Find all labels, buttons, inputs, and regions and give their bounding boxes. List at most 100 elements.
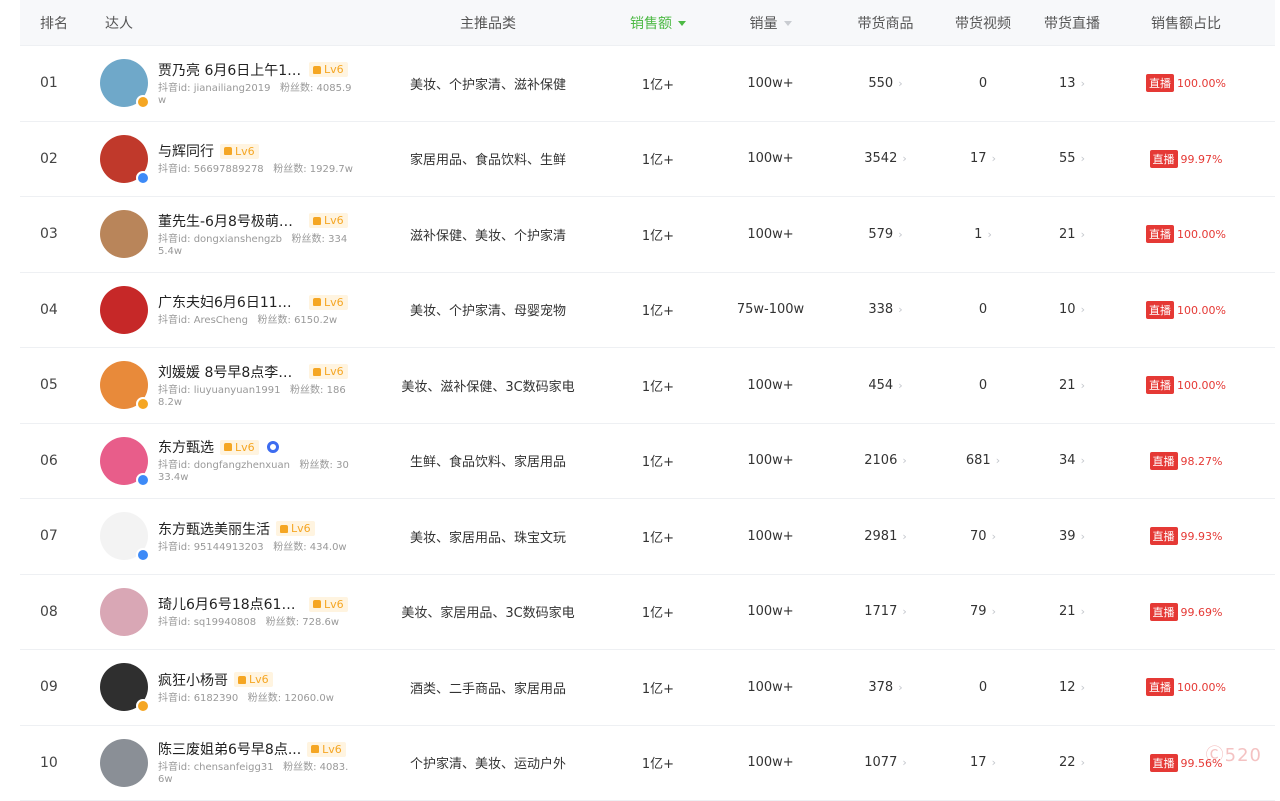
- sort-desc-icon[interactable]: [678, 21, 686, 26]
- chevron-right-icon[interactable]: ›: [1081, 454, 1085, 467]
- live-cell[interactable]: 21›: [1028, 378, 1116, 393]
- goods-cell[interactable]: 2106›: [833, 453, 938, 468]
- video-cell[interactable]: 1›: [938, 227, 1028, 242]
- live-cell[interactable]: 21›: [1028, 604, 1116, 619]
- avatar[interactable]: [100, 739, 148, 787]
- live-cell[interactable]: 22›: [1028, 755, 1116, 770]
- chevron-right-icon[interactable]: ›: [1081, 152, 1085, 165]
- chevron-right-icon[interactable]: ›: [1081, 303, 1085, 316]
- chevron-right-icon[interactable]: ›: [898, 77, 902, 90]
- talent-name[interactable]: 刘媛媛 8号早8点李宁6...: [158, 362, 303, 382]
- talent-name[interactable]: 陈三废姐弟6号早8点...: [158, 739, 301, 759]
- chevron-right-icon[interactable]: ›: [996, 454, 1000, 467]
- goods-cell[interactable]: 3542›: [833, 151, 938, 166]
- table-row[interactable]: 04 广东夫妇6月6日11点超... Lv6 抖音id: AresCheng 粉…: [20, 273, 1275, 349]
- chevron-right-icon[interactable]: ›: [992, 152, 996, 165]
- live-cell[interactable]: 21›: [1028, 227, 1116, 242]
- table-row[interactable]: 05 刘媛媛 8号早8点李宁6... Lv6 抖音id: liuyuanyuan…: [20, 348, 1275, 424]
- header-sales-amount[interactable]: 销售额: [608, 13, 708, 33]
- chevron-right-icon[interactable]: ›: [1081, 756, 1085, 769]
- avatar[interactable]: [100, 59, 148, 107]
- live-cell[interactable]: 55›: [1028, 151, 1116, 166]
- talent-cell[interactable]: 琦儿6月6号18点618欧... Lv6 抖音id: sq19940808 粉丝…: [100, 588, 368, 636]
- goods-cell[interactable]: 550›: [833, 76, 938, 91]
- chevron-right-icon[interactable]: ›: [902, 756, 906, 769]
- live-cell[interactable]: 10›: [1028, 302, 1116, 317]
- avatar[interactable]: [100, 512, 148, 560]
- table-row[interactable]: 02 与辉同行 Lv6 抖音id: 56697889278 粉丝数: 1929.…: [20, 122, 1275, 198]
- talent-name[interactable]: 广东夫妇6月6日11点超...: [158, 292, 303, 312]
- chevron-right-icon[interactable]: ›: [902, 454, 906, 467]
- video-cell[interactable]: 70›: [938, 529, 1028, 544]
- table-row[interactable]: 07 东方甄选美丽生活 Lv6 抖音id: 95144913203 粉丝数: 4…: [20, 499, 1275, 575]
- chevron-right-icon[interactable]: ›: [992, 530, 996, 543]
- talent-cell[interactable]: 贾乃亮 6月6日上午10... Lv6 抖音id: jianailiang201…: [100, 59, 368, 107]
- talent-name[interactable]: 琦儿6月6号18点618欧...: [158, 594, 303, 614]
- live-cell[interactable]: 12›: [1028, 680, 1116, 695]
- talent-cell[interactable]: 陈三废姐弟6号早8点... Lv6 抖音id: chensanfeigg31 粉…: [100, 739, 368, 787]
- table-row[interactable]: 06 东方甄选 Lv6 抖音id: dongfangzhenxuan 粉丝数: …: [20, 424, 1275, 500]
- talent-name[interactable]: 东方甄选: [158, 437, 214, 457]
- table-row[interactable]: 01 贾乃亮 6月6日上午10... Lv6 抖音id: jianailiang…: [20, 46, 1275, 122]
- header-sales-volume[interactable]: 销量: [708, 13, 833, 33]
- chevron-right-icon[interactable]: ›: [898, 228, 902, 241]
- chevron-right-icon[interactable]: ›: [902, 152, 906, 165]
- live-cell[interactable]: 39›: [1028, 529, 1116, 544]
- chevron-right-icon[interactable]: ›: [898, 379, 902, 392]
- talent-cell[interactable]: 刘媛媛 8号早8点李宁6... Lv6 抖音id: liuyuanyuan199…: [100, 361, 368, 409]
- table-row[interactable]: 08 琦儿6月6号18点618欧... Lv6 抖音id: sq19940808…: [20, 575, 1275, 651]
- goods-cell[interactable]: 1077›: [833, 755, 938, 770]
- talent-cell[interactable]: 东方甄选 Lv6 抖音id: dongfangzhenxuan 粉丝数: 303…: [100, 437, 368, 485]
- avatar[interactable]: [100, 135, 148, 183]
- goods-cell[interactable]: 338›: [833, 302, 938, 317]
- talent-cell[interactable]: 东方甄选美丽生活 Lv6 抖音id: 95144913203 粉丝数: 434.…: [100, 512, 368, 560]
- avatar[interactable]: [100, 437, 148, 485]
- sort-icon[interactable]: [784, 21, 792, 26]
- talent-name[interactable]: 董先生-6月8号极萌美...: [158, 211, 303, 231]
- talent-cell[interactable]: 董先生-6月8号极萌美... Lv6 抖音id: dongxianshengzb…: [100, 210, 368, 258]
- talent-cell[interactable]: 广东夫妇6月6日11点超... Lv6 抖音id: AresCheng 粉丝数:…: [100, 286, 368, 334]
- live-cell[interactable]: 34›: [1028, 453, 1116, 468]
- chevron-right-icon[interactable]: ›: [992, 756, 996, 769]
- chevron-right-icon[interactable]: ›: [898, 303, 902, 316]
- talent-name[interactable]: 疯狂小杨哥: [158, 670, 228, 690]
- video-cell[interactable]: 0: [938, 76, 1028, 91]
- table-row[interactable]: 03 董先生-6月8号极萌美... Lv6 抖音id: dongxianshen…: [20, 197, 1275, 273]
- chevron-right-icon[interactable]: ›: [1081, 681, 1085, 694]
- table-row[interactable]: 09 疯狂小杨哥 Lv6 抖音id: 6182390 粉丝数: 12060.0w: [20, 650, 1275, 726]
- video-cell[interactable]: 17›: [938, 151, 1028, 166]
- avatar[interactable]: [100, 663, 148, 711]
- avatar[interactable]: [100, 210, 148, 258]
- goods-cell[interactable]: 378›: [833, 680, 938, 695]
- chevron-right-icon[interactable]: ›: [1081, 379, 1085, 392]
- table-row[interactable]: 10 陈三废姐弟6号早8点... Lv6 抖音id: chensanfeigg3…: [20, 726, 1275, 801]
- live-cell[interactable]: 13›: [1028, 76, 1116, 91]
- chevron-right-icon[interactable]: ›: [902, 530, 906, 543]
- chevron-right-icon[interactable]: ›: [992, 605, 996, 618]
- goods-cell[interactable]: 2981›: [833, 529, 938, 544]
- goods-cell[interactable]: 1717›: [833, 604, 938, 619]
- video-cell[interactable]: 681›: [938, 453, 1028, 468]
- avatar[interactable]: [100, 361, 148, 409]
- video-cell[interactable]: 0: [938, 378, 1028, 393]
- chevron-right-icon[interactable]: ›: [898, 681, 902, 694]
- chevron-right-icon[interactable]: ›: [1081, 605, 1085, 618]
- avatar[interactable]: [100, 286, 148, 334]
- talent-cell[interactable]: 疯狂小杨哥 Lv6 抖音id: 6182390 粉丝数: 12060.0w: [100, 663, 368, 711]
- chevron-right-icon[interactable]: ›: [902, 605, 906, 618]
- goods-cell[interactable]: 579›: [833, 227, 938, 242]
- talent-name[interactable]: 东方甄选美丽生活: [158, 519, 270, 539]
- avatar[interactable]: [100, 588, 148, 636]
- chevron-right-icon[interactable]: ›: [1081, 530, 1085, 543]
- video-cell[interactable]: 0: [938, 680, 1028, 695]
- video-cell[interactable]: 79›: [938, 604, 1028, 619]
- chevron-right-icon[interactable]: ›: [1081, 228, 1085, 241]
- video-cell[interactable]: 17›: [938, 755, 1028, 770]
- chevron-right-icon[interactable]: ›: [987, 228, 991, 241]
- chevron-right-icon[interactable]: ›: [1081, 77, 1085, 90]
- video-cell[interactable]: 0: [938, 302, 1028, 317]
- goods-cell[interactable]: 454›: [833, 378, 938, 393]
- talent-cell[interactable]: 与辉同行 Lv6 抖音id: 56697889278 粉丝数: 1929.7w: [100, 135, 368, 183]
- talent-name[interactable]: 贾乃亮 6月6日上午10...: [158, 60, 303, 80]
- talent-name[interactable]: 与辉同行: [158, 141, 214, 161]
